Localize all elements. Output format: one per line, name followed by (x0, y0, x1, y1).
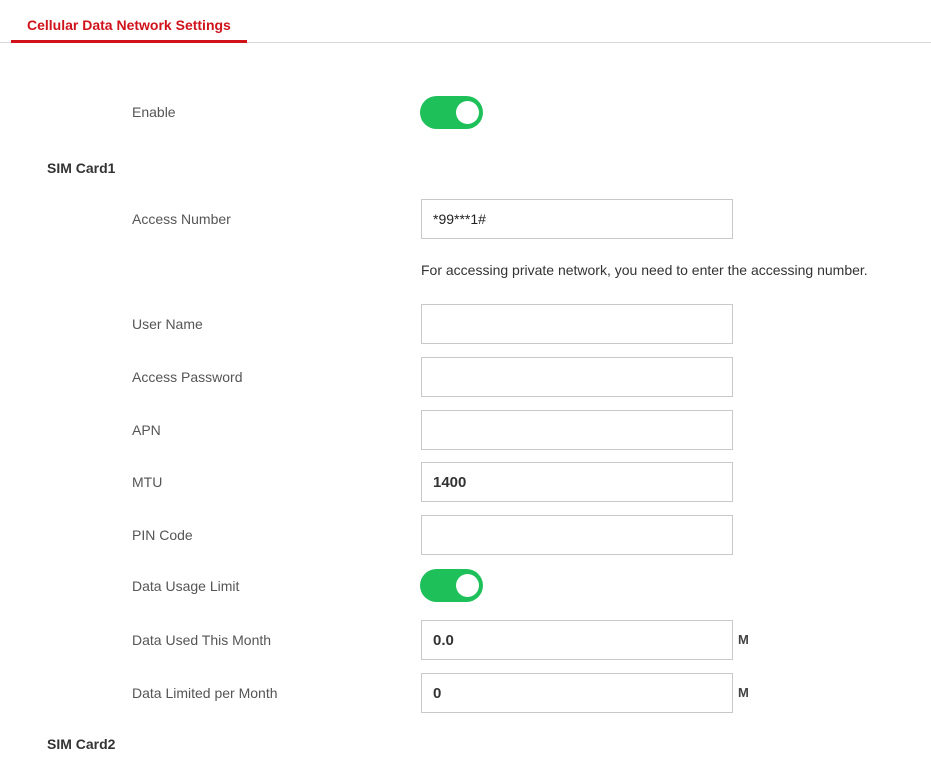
apn-label: APN (132, 422, 161, 438)
tab-bar: Cellular Data Network Settings (0, 0, 931, 43)
enable-row: Enable (0, 92, 931, 132)
access-number-row: Access Number (0, 199, 931, 239)
enable-toggle[interactable] (420, 96, 483, 129)
mtu-input[interactable] (421, 462, 733, 502)
user-name-row: User Name (0, 304, 931, 344)
pin-code-row: PIN Code (0, 515, 931, 555)
access-password-input[interactable] (421, 357, 733, 397)
mtu-row: MTU (0, 462, 931, 502)
access-password-label: Access Password (132, 369, 243, 385)
data-used-unit: M (738, 632, 749, 647)
data-limit-row: Data Limited per Month M (0, 673, 931, 713)
data-usage-limit-label: Data Usage Limit (132, 578, 240, 594)
user-name-label: User Name (132, 316, 203, 332)
tab-cellular-data-network-settings[interactable]: Cellular Data Network Settings (11, 0, 247, 43)
enable-label: Enable (132, 104, 176, 120)
mtu-label: MTU (132, 474, 163, 490)
data-usage-limit-toggle[interactable] (420, 569, 483, 602)
pin-code-label: PIN Code (132, 527, 193, 543)
access-number-hint: For accessing private network, you need … (421, 262, 868, 278)
access-number-label: Access Number (132, 211, 231, 227)
data-usage-limit-row: Data Usage Limit (0, 566, 931, 606)
data-used-row: Data Used This Month M (0, 620, 931, 660)
sim-card2-heading: SIM Card2 (47, 736, 116, 752)
user-name-input[interactable] (421, 304, 733, 344)
toggle-knob (456, 101, 479, 124)
toggle-knob (456, 574, 479, 597)
sim-card1-heading: SIM Card1 (47, 160, 116, 176)
pin-code-input[interactable] (421, 515, 733, 555)
data-used-label: Data Used This Month (132, 632, 272, 648)
data-used-input[interactable] (421, 620, 733, 660)
apn-input[interactable] (421, 410, 733, 450)
data-limit-input[interactable] (421, 673, 733, 713)
access-number-input[interactable] (421, 199, 733, 239)
data-limit-label: Data Limited per Month (132, 685, 278, 701)
access-password-row: Access Password (0, 357, 931, 397)
apn-row: APN (0, 410, 931, 450)
data-limit-unit: M (738, 685, 749, 700)
